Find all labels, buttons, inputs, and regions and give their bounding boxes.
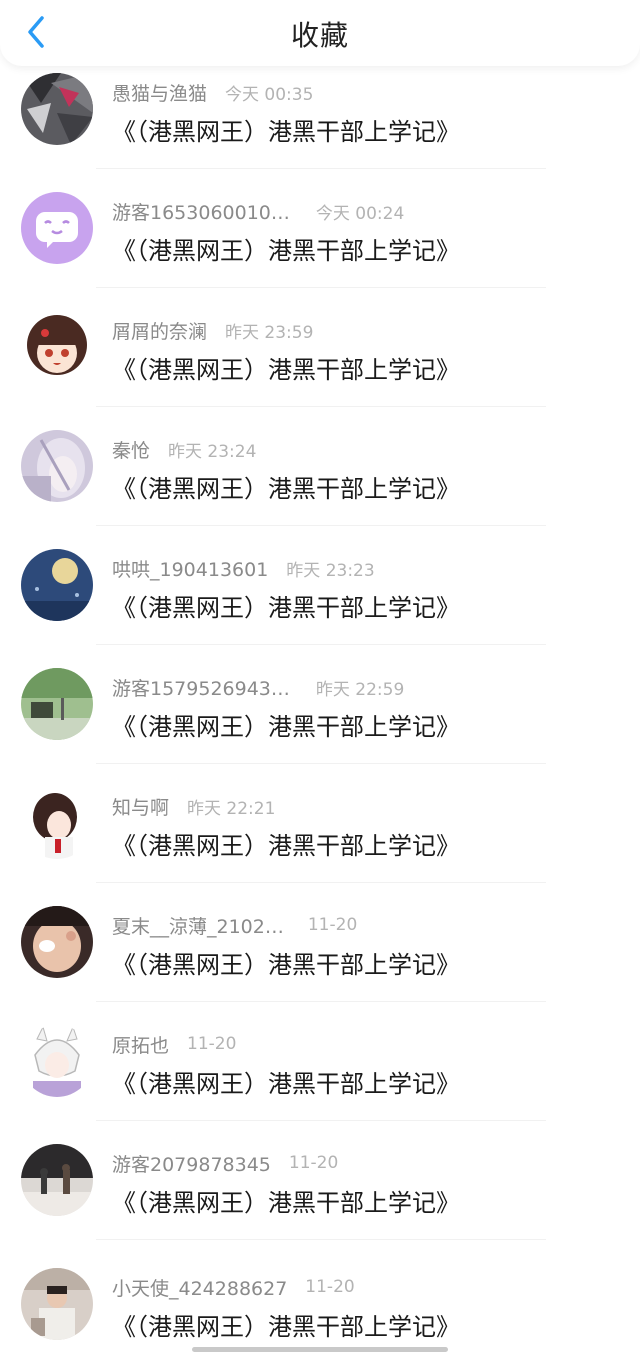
item-title[interactable]: 《（港黑网王）港黑干部上学记》 <box>112 469 460 504</box>
avatar[interactable] <box>21 668 93 740</box>
page-title: 收藏 <box>290 19 349 52</box>
list-item[interactable]: 知与啊 昨天 22:21 《（港黑网王）港黑干部上学记》 <box>0 764 640 883</box>
user-name[interactable]: 游客1579526943… <box>112 674 290 701</box>
timestamp: 昨天 23:59 <box>225 322 314 343</box>
list-item[interactable]: 游客2079878345 11-20 《（港黑网王）港黑干部上学记》 <box>0 1121 640 1240</box>
item-meta: 秦怆 昨天 23:24 <box>112 436 256 462</box>
item-meta: 游客1579526943… 昨天 22:59 <box>112 674 404 700</box>
item-title[interactable]: 《（港黑网王）港黑干部上学记》 <box>112 1307 460 1342</box>
item-title[interactable]: 《（港黑网王）港黑干部上学记》 <box>112 707 460 742</box>
list-item[interactable]: 屑屑的奈澜 昨天 23:59 《（港黑网王）港黑干部上学记》 <box>0 288 640 407</box>
item-meta: 原拓也 11-20 <box>112 1031 236 1057</box>
user-name[interactable]: 屑屑的奈澜 <box>112 317 207 344</box>
item-title[interactable]: 《（港黑网王）港黑干部上学记》 <box>112 231 460 266</box>
list-item[interactable]: 秦怆 昨天 23:24 《（港黑网王）港黑干部上学记》 <box>0 407 640 526</box>
avatar[interactable] <box>21 1144 93 1216</box>
timestamp: 昨天 23:23 <box>286 560 375 581</box>
timestamp: 今天 00:24 <box>315 203 405 224</box>
avatar[interactable] <box>21 192 93 264</box>
item-title[interactable]: 《（港黑网王）港黑干部上学记》 <box>112 588 460 623</box>
timestamp: 11-20 <box>305 1277 355 1297</box>
list-item[interactable]: 哄哄_190413601 昨天 23:23 《（港黑网王）港黑干部上学记》 <box>0 526 640 645</box>
item-meta: 游客1653060010… 今天 00:24 <box>112 198 404 224</box>
avatar[interactable] <box>21 73 93 145</box>
timestamp: 11-20 <box>307 915 358 935</box>
list-item[interactable]: 夏末__涼薄_2102… 11-20 《（港黑网王）港黑干部上学记》 <box>0 883 640 1002</box>
avatar[interactable] <box>21 906 93 978</box>
avatar[interactable] <box>21 1025 93 1097</box>
list-item[interactable]: 游客1653060010… 今天 00:24 《（港黑网王）港黑干部上学记》 <box>0 169 640 288</box>
avatar[interactable] <box>21 430 93 502</box>
user-name[interactable]: 愚猫与渔猫 <box>112 79 207 106</box>
user-name[interactable]: 小天使_424288627 <box>112 1274 287 1301</box>
item-meta: 小天使_424288627 11-20 <box>112 1274 355 1300</box>
item-title[interactable]: 《（港黑网王）港黑干部上学记》 <box>112 1183 460 1218</box>
item-title[interactable]: 《（港黑网王）港黑干部上学记》 <box>112 826 460 861</box>
user-name[interactable]: 原拓也 <box>112 1031 169 1058</box>
item-meta: 夏末__涼薄_2102… 11-20 <box>112 912 357 938</box>
nav-bar: 收藏 <box>0 0 640 66</box>
user-name[interactable]: 夏末__涼薄_2102… <box>112 912 284 939</box>
item-title[interactable]: 《（港黑网王）港黑干部上学记》 <box>112 112 460 147</box>
list-item[interactable]: 游客1579526943… 昨天 22:59 《（港黑网王）港黑干部上学记》 <box>0 645 640 764</box>
item-meta: 愚猫与渔猫 今天 00:35 <box>112 79 313 105</box>
user-name[interactable]: 知与啊 <box>112 793 169 820</box>
timestamp: 今天 00:35 <box>225 84 314 105</box>
timestamp: 昨天 23:24 <box>168 441 257 462</box>
avatar[interactable] <box>21 311 93 383</box>
user-name[interactable]: 游客1653060010… <box>112 198 290 225</box>
list-item[interactable]: 小天使_424288627 11-20 《（港黑网王）港黑干部上学记》 <box>0 1240 640 1359</box>
avatar[interactable] <box>21 787 93 859</box>
item-title[interactable]: 《（港黑网王）港黑干部上学记》 <box>112 945 460 980</box>
avatar[interactable] <box>21 549 93 621</box>
user-name[interactable]: 秦怆 <box>112 436 150 463</box>
item-meta: 知与啊 昨天 22:21 <box>112 793 275 819</box>
list-item[interactable]: 愚猫与渔猫 今天 00:35 《（港黑网王）港黑干部上学记》 <box>0 50 640 169</box>
user-name[interactable]: 哄哄_190413601 <box>112 555 268 582</box>
item-title[interactable]: 《（港黑网王）港黑干部上学记》 <box>112 350 460 385</box>
timestamp: 11-20 <box>187 1034 237 1054</box>
item-title[interactable]: 《（港黑网王）港黑干部上学记》 <box>112 1064 460 1099</box>
timestamp: 昨天 22:59 <box>315 679 405 700</box>
user-name[interactable]: 游客2079878345 <box>112 1150 271 1177</box>
item-meta: 哄哄_190413601 昨天 23:23 <box>112 555 375 581</box>
list-item[interactable]: 原拓也 11-20 《（港黑网王）港黑干部上学记》 <box>0 1002 640 1121</box>
home-indicator[interactable] <box>192 1347 448 1352</box>
avatar[interactable] <box>21 1268 93 1340</box>
item-meta: 屑屑的奈澜 昨天 23:59 <box>112 317 313 343</box>
timestamp: 11-20 <box>288 1153 339 1173</box>
timestamp: 昨天 22:21 <box>187 798 276 819</box>
item-meta: 游客2079878345 11-20 <box>112 1150 338 1176</box>
